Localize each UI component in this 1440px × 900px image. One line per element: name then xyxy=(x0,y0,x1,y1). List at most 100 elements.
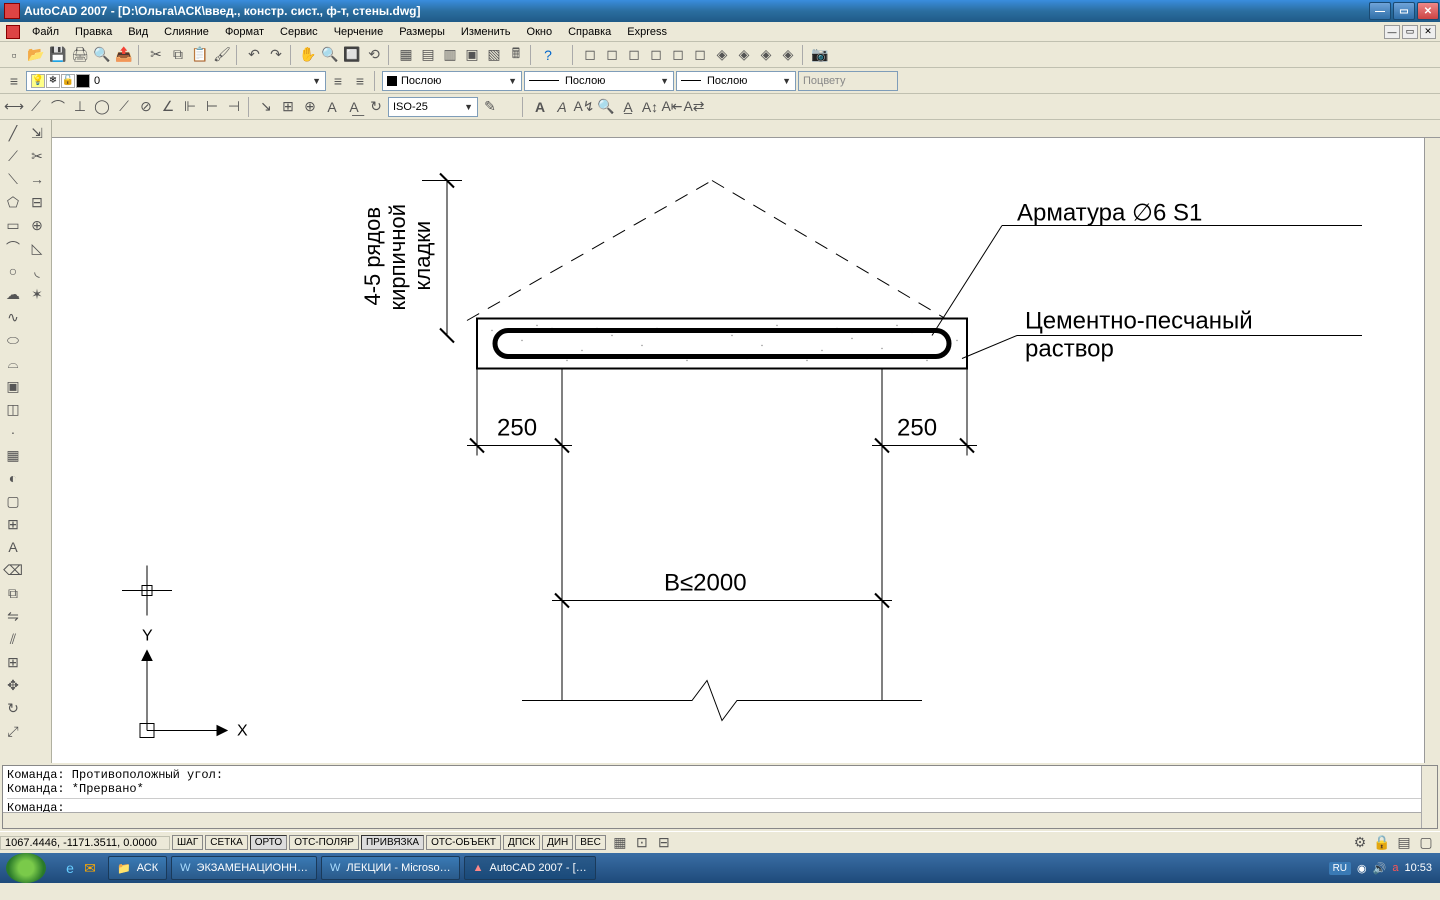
mirror-icon[interactable]: ⇋ xyxy=(2,605,24,627)
toolpalette-icon[interactable]: ▥ xyxy=(440,45,460,65)
table-icon[interactable]: ⊞ xyxy=(2,513,24,535)
dim-ordinate-icon[interactable]: ⊥ xyxy=(70,97,90,117)
menu-file[interactable]: Файл xyxy=(24,24,67,40)
clock[interactable]: 10:53 xyxy=(1404,862,1432,874)
otrack-button[interactable]: ОТС-ОБЪЕКТ xyxy=(426,835,501,850)
erase-icon[interactable]: ⌫ xyxy=(2,559,24,581)
polygon-icon[interactable]: ⬠ xyxy=(2,191,24,213)
dim-tolerance-icon[interactable]: ⊞ xyxy=(278,97,298,117)
dim-continue-icon[interactable]: ⊣ xyxy=(224,97,244,117)
trim-icon[interactable]: ✂ xyxy=(26,145,48,167)
zoom-prev-icon[interactable]: ⟲ xyxy=(364,45,384,65)
dim-aligned-icon[interactable]: ⟋ xyxy=(26,97,46,117)
menu-merge[interactable]: Слияние xyxy=(156,24,217,40)
view-back-icon[interactable]: ◻ xyxy=(690,45,710,65)
designcenter-icon[interactable]: ▤ xyxy=(418,45,438,65)
view-swiso-icon[interactable]: ◈ xyxy=(712,45,732,65)
break-icon[interactable]: ⊟ xyxy=(26,191,48,213)
osnap-button[interactable]: ПРИВЯЗКА xyxy=(361,835,424,850)
menu-dimensions[interactable]: Размеры xyxy=(391,24,453,40)
scrollbar-vertical[interactable] xyxy=(1424,138,1440,763)
layer-combo[interactable]: 💡 ❄ 🔓 0 ▼ xyxy=(26,71,326,91)
cmd-scroll-v[interactable] xyxy=(1421,766,1437,828)
explode-icon[interactable]: ✶ xyxy=(26,283,48,305)
scale-icon[interactable]: ⤢ xyxy=(2,720,24,742)
layer-prev-icon[interactable]: ≡ xyxy=(328,71,348,91)
plot-icon[interactable]: 🖨 xyxy=(70,45,90,65)
view-left-icon[interactable]: ◻ xyxy=(624,45,644,65)
quick-ie-icon[interactable]: e xyxy=(60,858,80,878)
properties-icon[interactable]: ▦ xyxy=(396,45,416,65)
undo-icon[interactable]: ↶ xyxy=(244,45,264,65)
dim-radius-icon[interactable]: ◯ xyxy=(92,97,112,117)
markup-icon[interactable]: ▧ xyxy=(484,45,504,65)
taskbar-item-folder[interactable]: 📁 АСК xyxy=(108,856,167,880)
publish-icon[interactable]: 📤 xyxy=(114,45,134,65)
dim-baseline-icon[interactable]: ⊢ xyxy=(202,97,222,117)
chamfer-icon[interactable]: ◺ xyxy=(26,237,48,259)
dim-linear-icon[interactable]: ⟷ xyxy=(4,97,24,117)
close-button[interactable]: ✕ xyxy=(1417,2,1439,20)
menu-service[interactable]: Сервис xyxy=(272,24,326,40)
view-seiso-icon[interactable]: ◈ xyxy=(734,45,754,65)
view-front-icon[interactable]: ◻ xyxy=(668,45,688,65)
camera-icon[interactable]: 📷 xyxy=(810,45,830,65)
doc-minimize-button[interactable]: — xyxy=(1384,25,1400,39)
layout-max-icon[interactable]: ⊡ xyxy=(632,833,652,853)
text-style-icon[interactable]: A̲ xyxy=(618,97,638,117)
array-icon[interactable]: ⊞ xyxy=(2,651,24,673)
menu-format[interactable]: Формат xyxy=(217,24,272,40)
extend-icon[interactable]: → xyxy=(26,168,48,190)
menu-express[interactable]: Express xyxy=(619,24,675,40)
text-find-icon[interactable]: 🔍 xyxy=(596,97,616,117)
command-line[interactable]: Команда: Противоположный угол: Команда: … xyxy=(2,765,1438,829)
redo-icon[interactable]: ↷ xyxy=(266,45,286,65)
polar-button[interactable]: ОТС-ПОЛЯР xyxy=(289,835,359,850)
calc-icon[interactable]: 🖩 xyxy=(506,45,526,65)
doc-restore-button[interactable]: ▭ xyxy=(1402,25,1418,39)
dimstyle-icon[interactable]: ✎ xyxy=(480,97,500,117)
dtext-icon[interactable]: A xyxy=(552,97,572,117)
fillet-icon[interactable]: ◟ xyxy=(26,260,48,282)
dim-quick-icon[interactable]: ⊩ xyxy=(180,97,200,117)
tray-av-icon[interactable]: a xyxy=(1392,862,1398,874)
pline-icon[interactable]: ⟍ xyxy=(2,168,24,190)
region-icon[interactable]: ▢ xyxy=(2,490,24,512)
zoom-win-icon[interactable]: 🔲 xyxy=(342,45,362,65)
tray-network-icon[interactable]: ◉ xyxy=(1357,862,1367,875)
color-combo[interactable]: Послою ▼ xyxy=(382,71,522,91)
menu-view[interactable]: Вид xyxy=(120,24,156,40)
restore-button[interactable]: ▭ xyxy=(1393,2,1415,20)
dyn-button[interactable]: ДИН xyxy=(542,835,573,850)
dim-angular-icon[interactable]: ∠ xyxy=(158,97,178,117)
pan-icon[interactable]: ✋ xyxy=(298,45,318,65)
taskbar-item-word-1[interactable]: W ЭКЗАМЕНАЦИОНН… xyxy=(171,856,317,880)
open-icon[interactable]: 📂 xyxy=(26,45,46,65)
copy-tool-icon[interactable]: ⧉ xyxy=(2,582,24,604)
model-icon[interactable]: ▦ xyxy=(610,833,630,853)
snap-button[interactable]: ШАГ xyxy=(172,835,203,850)
hatch-icon[interactable]: ▦ xyxy=(2,444,24,466)
copy-icon[interactable]: ⧉ xyxy=(168,45,188,65)
coords-readout[interactable]: 1067.4446, -1171.3511, 0.0000 xyxy=(0,836,170,850)
taskbar-item-autocad[interactable]: ▲ AutoCAD 2007 - [… xyxy=(464,856,596,880)
linetype-combo[interactable]: Послою ▼ xyxy=(524,71,674,91)
dim-update-icon[interactable]: ↻ xyxy=(366,97,386,117)
menu-edit[interactable]: Правка xyxy=(67,24,120,40)
text-convert-icon[interactable]: A⇄ xyxy=(684,97,704,117)
spline-icon[interactable]: ∿ xyxy=(2,306,24,328)
sheet-icon[interactable]: ▣ xyxy=(462,45,482,65)
line-icon[interactable]: ╱ xyxy=(2,122,24,144)
offset-icon[interactable]: ⫽ xyxy=(2,628,24,650)
view-neiso-icon[interactable]: ◈ xyxy=(756,45,776,65)
move-icon[interactable]: ✥ xyxy=(2,674,24,696)
lineweight-combo[interactable]: Послою ▼ xyxy=(676,71,796,91)
view-top-icon[interactable]: ◻ xyxy=(580,45,600,65)
ortho-button[interactable]: ОРТО xyxy=(250,835,287,850)
ducs-button[interactable]: ДПСК xyxy=(503,835,540,850)
text-scale-icon[interactable]: A↕ xyxy=(640,97,660,117)
mtext-icon[interactable]: A xyxy=(530,97,550,117)
commcenter-icon[interactable]: ⚙ xyxy=(1350,833,1370,853)
menu-window[interactable]: Окно xyxy=(519,24,561,40)
tray-volume-icon[interactable]: 🔊 xyxy=(1373,862,1387,875)
